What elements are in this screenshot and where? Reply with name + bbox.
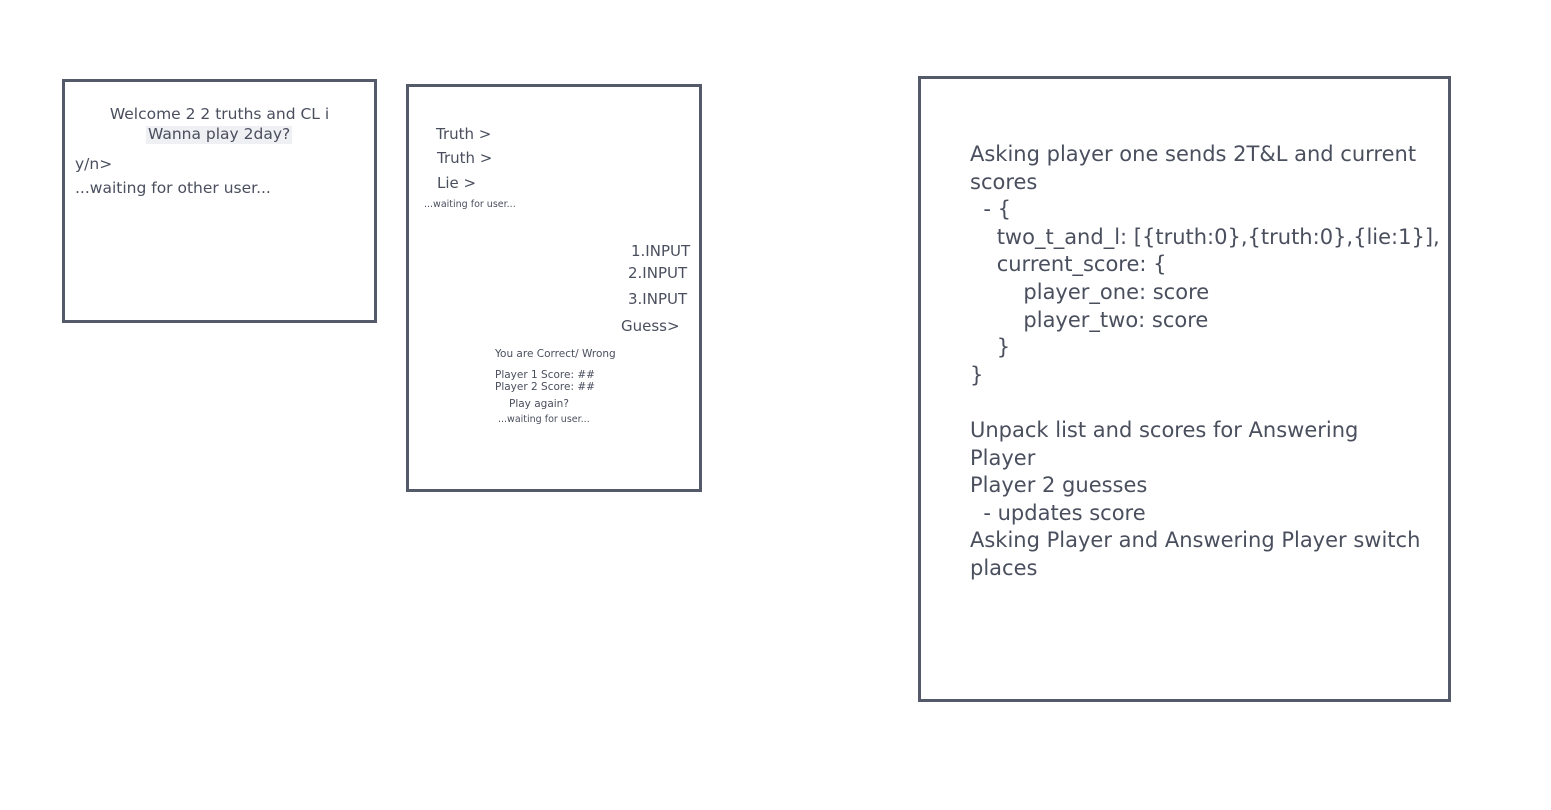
yes-no-input-prompt: y/n> — [75, 155, 113, 173]
input-option-1: 1.INPUT — [631, 242, 691, 260]
waiting-message: ...waiting for other user... — [75, 179, 271, 197]
welcome-screen-frame: Welcome 2 2 truths and CL i Wanna play 2… — [62, 79, 377, 323]
welcome-title: Welcome 2 2 truths and CL i — [109, 105, 330, 123]
input-option-2: 2.INPUT — [628, 264, 688, 282]
truth-entry-2: Truth > — [437, 149, 493, 167]
result-message: You are Correct/ Wrong — [495, 348, 616, 360]
protocol-notes-text: Asking player one sends 2T&L and current… — [970, 142, 1440, 580]
waiting-message-2: ...waiting for user... — [498, 414, 590, 425]
guess-prompt: Guess> — [621, 317, 680, 335]
lie-entry: Lie > — [437, 174, 477, 192]
game-screen-frame: Truth > Truth > Lie > ...waiting for use… — [406, 84, 702, 492]
waiting-message-1: ...waiting for user... — [424, 199, 516, 210]
input-option-3: 3.INPUT — [628, 290, 688, 308]
protocol-notes-frame: Asking player one sends 2T&L and current… — [918, 76, 1451, 702]
player1-score: Player 1 Score: ## — [495, 369, 595, 381]
play-again-prompt: Play again? — [509, 398, 569, 410]
truth-entry-1: Truth > — [436, 125, 492, 143]
play-prompt: Wanna play 2day? — [146, 125, 293, 144]
player2-score: Player 2 Score: ## — [495, 381, 595, 393]
